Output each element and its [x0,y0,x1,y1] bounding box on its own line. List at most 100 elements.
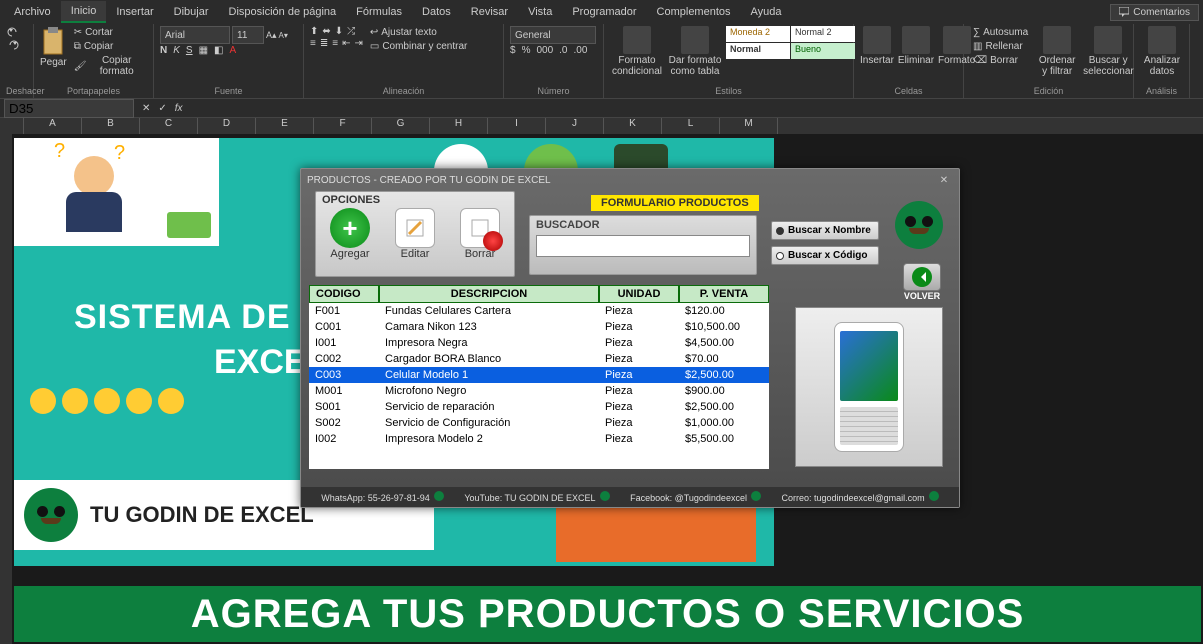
underline-icon[interactable]: S [186,45,193,56]
fx-icon[interactable]: fx [171,103,187,114]
table-row[interactable]: F001Fundas Celulares CarteraPieza$120.00 [309,303,769,319]
table-row[interactable]: I002Impresora Modelo 2Pieza$5,500.00 [309,431,769,447]
name-box[interactable] [4,99,134,118]
col-header-unidad[interactable]: UNIDAD [599,285,679,303]
table-row[interactable]: S002Servicio de ConfiguraciónPieza$1,000… [309,415,769,431]
tab-disposicion[interactable]: Disposición de página [219,2,347,22]
wrap-text-button[interactable]: ↩Ajustar texto [367,26,470,39]
worksheet-grid[interactable]: ? ? SISTEMA DE EXCEL TU GODIN DE EXCEL [0,134,1203,644]
col-header[interactable]: I [488,118,546,134]
col-header-descripcion[interactable]: DESCRIPCION [379,285,599,303]
align-bottom-icon[interactable]: ⬇ [335,26,343,37]
col-header[interactable]: L [662,118,720,134]
accept-formula-icon[interactable]: ✓ [154,103,170,114]
undo-icon[interactable] [6,26,20,38]
radio-buscar-nombre[interactable]: Buscar x Nombre [771,221,879,240]
merge-center-button[interactable]: ▭Combinar y centrar [367,40,470,53]
table-row[interactable]: C003Celular Modelo 1Pieza$2,500.00 [309,367,769,383]
tab-programador[interactable]: Programador [562,2,646,22]
radio-buscar-codigo[interactable]: Buscar x Código [771,246,879,265]
thousands-icon[interactable]: 000 [536,45,553,56]
dialog-titlebar[interactable]: PRODUCTOS - CREADO POR TU GODIN DE EXCEL… [301,169,959,191]
font-color-icon[interactable]: A [229,45,236,56]
tab-vista[interactable]: Vista [518,2,562,22]
percent-icon[interactable]: % [522,45,531,56]
clear-button[interactable]: ⌫Borrar [970,54,1031,67]
align-center-icon[interactable]: ≣ [320,38,328,49]
align-left-icon[interactable]: ≡ [310,38,316,49]
format-painter-button[interactable]: 🖌Copiar formato [71,54,147,78]
cancel-formula-icon[interactable]: ✕ [138,103,154,114]
agregar-button[interactable]: + Agregar [322,208,378,260]
analyze-data-icon[interactable] [1148,26,1176,54]
align-top-icon[interactable]: ⬆ [310,26,318,37]
italic-icon[interactable]: K [173,45,180,56]
tab-insertar[interactable]: Insertar [106,2,163,22]
col-header[interactable]: A [24,118,82,134]
tab-inicio[interactable]: Inicio [61,1,107,23]
style-normal2[interactable]: Normal 2 [791,26,855,42]
find-select-icon[interactable] [1094,26,1122,54]
col-header[interactable]: F [314,118,372,134]
style-normal[interactable]: Normal [726,43,790,59]
row-headers[interactable] [0,134,12,644]
table-row[interactable]: S001Servicio de reparaciónPieza$2,500.00 [309,399,769,415]
tab-datos[interactable]: Datos [412,2,461,22]
col-header[interactable]: J [546,118,604,134]
tab-complementos[interactable]: Complementos [647,2,741,22]
col-header[interactable]: K [604,118,662,134]
autosum-button[interactable]: ∑Autosuma [970,26,1031,39]
tab-archivo[interactable]: Archivo [4,2,61,22]
copy-button[interactable]: ⧉Copiar [71,40,147,53]
col-header[interactable]: E [256,118,314,134]
border-icon[interactable]: ▦ [199,45,208,56]
close-icon[interactable]: ✕ [935,172,953,188]
font-name-select[interactable] [160,26,230,44]
col-header-pventa[interactable]: P. VENTA [679,285,769,303]
style-bueno[interactable]: Bueno [791,43,855,59]
select-all-corner[interactable] [0,118,24,134]
cut-button[interactable]: ✂Cortar [71,26,147,39]
currency-icon[interactable]: $ [510,45,516,56]
col-header[interactable]: G [372,118,430,134]
volver-button[interactable] [903,263,941,291]
indent-inc-icon[interactable]: ⇥ [354,38,362,49]
col-header-codigo[interactable]: CODIGO [309,285,379,303]
align-right-icon[interactable]: ≡ [332,38,338,49]
col-header[interactable]: M [720,118,778,134]
formula-input[interactable] [187,101,1203,116]
tab-dibujar[interactable]: Dibujar [164,2,219,22]
inc-dec-icon[interactable]: .0 [559,45,567,56]
tab-revisar[interactable]: Revisar [461,2,518,22]
conditional-format-icon[interactable] [623,26,651,54]
tab-ayuda[interactable]: Ayuda [741,2,792,22]
align-middle-icon[interactable]: ⬌ [322,26,330,37]
fill-button[interactable]: ▥Rellenar [970,40,1031,53]
tab-formulas[interactable]: Fórmulas [346,2,412,22]
search-input[interactable] [536,235,750,257]
redo-icon[interactable] [6,39,20,51]
delete-cells-icon[interactable] [902,26,930,54]
bold-icon[interactable]: N [160,45,167,56]
borrar-button[interactable]: Borrar [452,208,508,260]
decrease-font-icon[interactable]: A▾ [279,31,288,40]
fill-color-icon[interactable]: ◧ [214,45,223,56]
productos-listview[interactable]: CODIGO DESCRIPCION UNIDAD P. VENTA F001F… [309,285,769,469]
increase-font-icon[interactable]: A▴ [266,30,277,41]
sort-filter-icon[interactable] [1043,26,1071,54]
style-moneda2[interactable]: Moneda 2 [726,26,790,42]
col-header[interactable]: H [430,118,488,134]
col-header[interactable]: D [198,118,256,134]
insert-cells-icon[interactable] [863,26,891,54]
number-format-select[interactable] [510,26,596,44]
table-row[interactable]: I001Impresora NegraPieza$4,500.00 [309,335,769,351]
dec-dec-icon[interactable]: .00 [574,45,588,56]
format-as-table-icon[interactable] [681,26,709,54]
indent-dec-icon[interactable]: ⇤ [342,38,350,49]
table-row[interactable]: M001Microfono NegroPieza$900.00 [309,383,769,399]
paste-icon[interactable] [40,26,66,56]
cell-styles-gallery[interactable]: Moneda 2 Normal 2 Normal Bueno [726,26,855,59]
font-size-select[interactable] [232,26,264,44]
orientation-icon[interactable]: ⤮ [347,26,355,37]
table-row[interactable]: C002Cargador BORA BlancoPieza$70.00 [309,351,769,367]
